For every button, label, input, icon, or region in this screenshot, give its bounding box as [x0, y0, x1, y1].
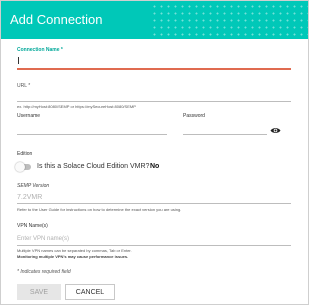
username-input[interactable]: [17, 134, 167, 135]
vpn-names-hint-2: Monitoring multiple VPN's may cause perf…: [17, 254, 129, 259]
url-hint: ex. http://myHost:8080/SEMP or https://m…: [17, 104, 136, 109]
text-caret: [18, 57, 19, 64]
dialog-title: Add Connection: [10, 12, 103, 27]
password-label: Password: [183, 113, 205, 119]
vpn-names-label: VPN Name(s): [17, 223, 48, 229]
toggle-knob: [15, 162, 25, 172]
vpn-names-input[interactable]: Enter VPN name(s): [17, 236, 69, 242]
solace-cloud-toggle[interactable]: [15, 162, 31, 172]
semp-version-underline: [17, 203, 291, 204]
username-label: Username: [17, 113, 41, 119]
required-field-note: * Indicates required field: [17, 269, 71, 275]
url-input[interactable]: [17, 101, 291, 102]
connection-name-label: Connection Name *: [17, 47, 63, 53]
connection-name-input[interactable]: [17, 68, 291, 70]
vpn-names-hint-1: Multiple VPN names can be separated by c…: [17, 248, 132, 253]
cancel-button[interactable]: CANCEL: [65, 284, 115, 300]
vpn-names-underline: [17, 245, 291, 246]
edition-label: Edition: [17, 151, 33, 157]
semp-version-hint: Refer to the User Guide for instructions…: [17, 207, 182, 212]
eye-icon[interactable]: [270, 127, 281, 134]
edition-question: Is this a Solace Cloud Edition VMR?: [37, 163, 150, 170]
dialog-header: Add Connection: [1, 1, 308, 39]
semp-version-input[interactable]: 7.2VMR: [17, 194, 42, 201]
url-label: URL *: [17, 83, 31, 89]
semp-version-label: SEMP Version: [17, 183, 50, 189]
edition-answer: No: [150, 163, 160, 170]
add-connection-dialog: Add Connection Connection Name * URL * e…: [0, 0, 309, 305]
password-input[interactable]: [183, 134, 267, 135]
save-button[interactable]: SAVE: [17, 284, 61, 300]
